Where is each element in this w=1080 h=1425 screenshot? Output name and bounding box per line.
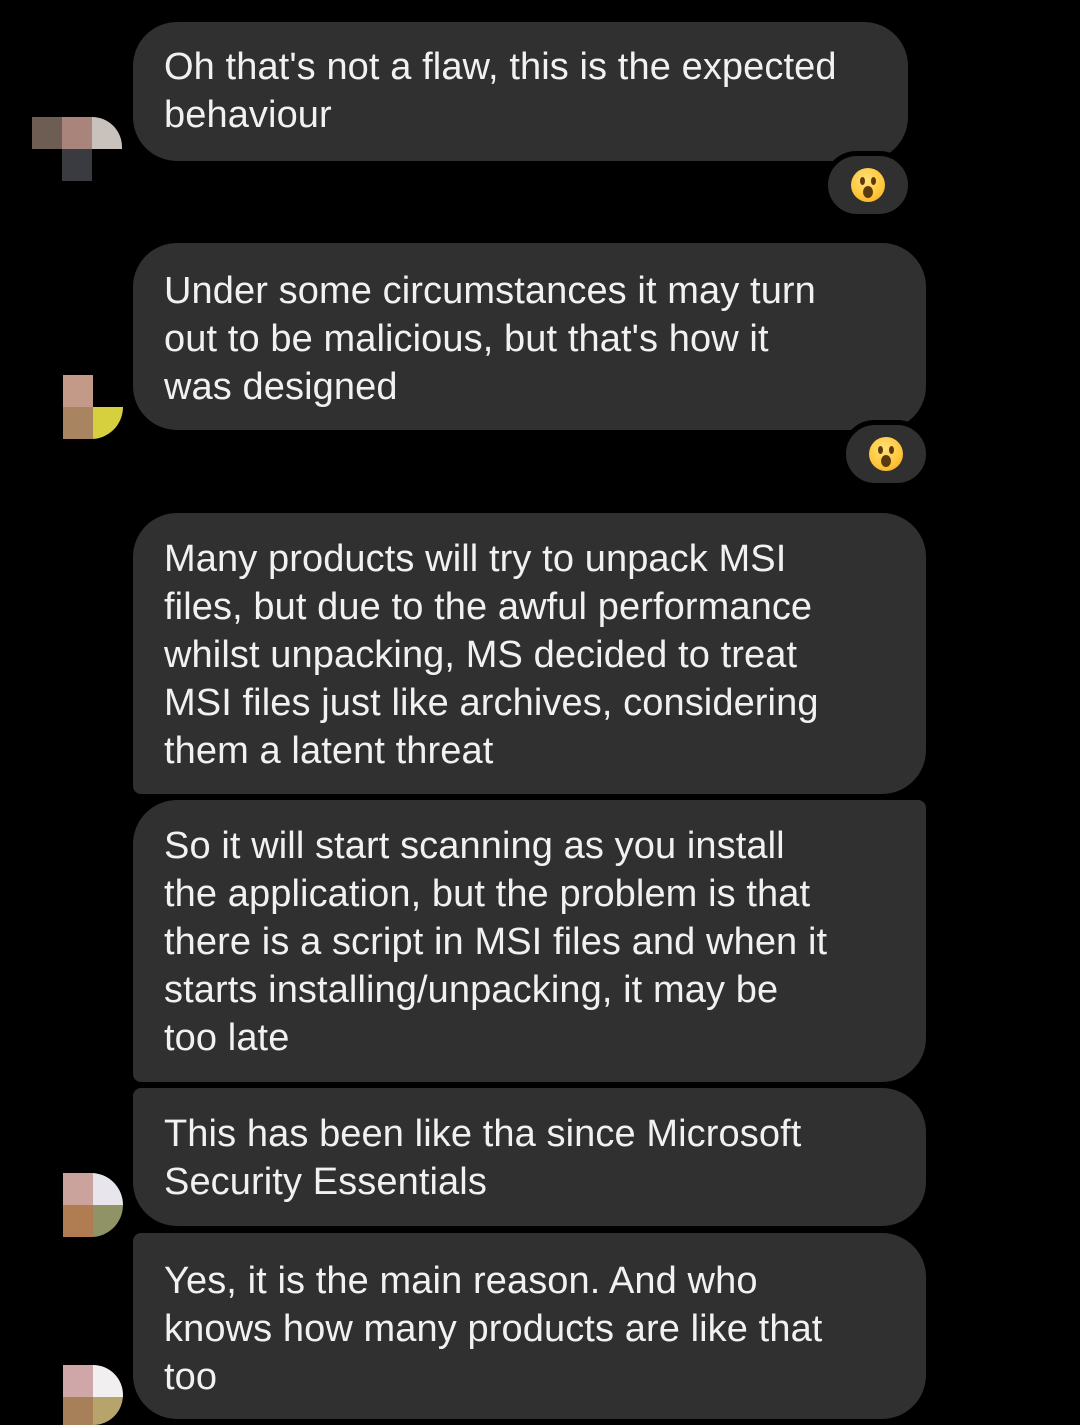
message-bubble[interactable]: Oh that's not a flaw, this is the expect… [133, 22, 908, 161]
reaction-badge[interactable] [841, 420, 931, 488]
avatar[interactable] [63, 1365, 123, 1425]
avatar[interactable] [32, 117, 122, 181]
avatar[interactable] [63, 375, 123, 439]
chat-thread: Oh that's not a flaw, this is the expect… [0, 0, 1080, 1425]
message-bubble[interactable]: Yes, it is the main reason. And who know… [133, 1233, 926, 1419]
message-bubble[interactable]: Under some circumstances it may turn out… [133, 243, 926, 430]
surprised-face-icon [869, 437, 903, 471]
message-bubble[interactable]: So it will start scanning as you install… [133, 800, 926, 1082]
reaction-badge[interactable] [823, 151, 913, 219]
message-bubble[interactable]: This has been like tha since Microsoft S… [133, 1088, 926, 1226]
avatar[interactable] [63, 1173, 123, 1237]
message-bubble[interactable]: Many products will try to unpack MSI fil… [133, 513, 926, 794]
surprised-face-icon [851, 168, 885, 202]
